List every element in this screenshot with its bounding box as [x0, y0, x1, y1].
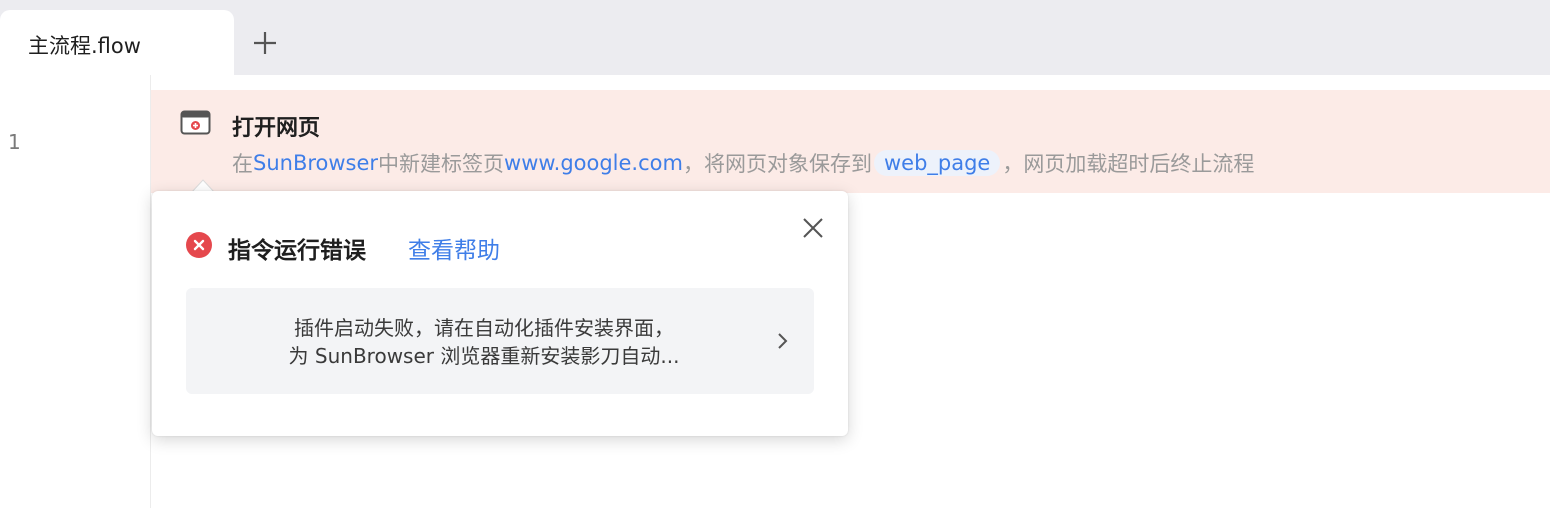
desc-mid2: ，将网页对象保存到 [682, 152, 872, 176]
desc-suffix: ，网页加载超时后终止流程 [1002, 152, 1255, 176]
error-message-line1: 插件启动失败，请在自动化插件安装界面， [294, 316, 674, 340]
close-popover-button[interactable] [800, 215, 826, 241]
error-popover: 指令运行错误 查看帮助 插件启动失败，请在自动化插件安装界面， 为 SunBro… [152, 191, 848, 436]
close-icon [803, 218, 823, 238]
error-circle-icon [185, 231, 213, 259]
popover-arrow [189, 178, 217, 194]
variable-chip: web_page [873, 150, 1001, 176]
command-row-open-webpage[interactable]: 打开网页 在 SunBrowser 中新建标签页 www.google.com … [151, 90, 1550, 193]
error-message-line2: 为 SunBrowser 浏览器重新安装影刀自动... [288, 344, 680, 368]
tab-label: 主流程.flow [28, 34, 141, 58]
plus-icon [254, 32, 276, 54]
desc-prefix: 在 [232, 152, 253, 176]
tab-main-flow[interactable]: 主流程.flow [0, 10, 234, 75]
view-help-link[interactable]: 查看帮助 [408, 231, 500, 265]
desc-mid1: 中新建标签页 [378, 152, 505, 176]
add-tab-button[interactable] [250, 28, 280, 58]
browser-window-icon [180, 110, 211, 136]
command-title: 打开网页 [232, 116, 321, 141]
chevron-right-icon [774, 331, 790, 351]
error-title: 指令运行错误 [228, 238, 366, 264]
browser-name-param: SunBrowser [253, 151, 379, 175]
tab-bar: 主流程.flow [0, 0, 1550, 75]
command-description: 在 SunBrowser 中新建标签页 www.google.com ，将网页对… [232, 148, 1254, 178]
url-param: www.google.com [504, 151, 683, 175]
error-message-text: 插件启动失败，请在自动化插件安装界面， 为 SunBrowser 浏览器重新安装… [214, 314, 754, 370]
error-message-box[interactable]: 插件启动失败，请在自动化插件安装界面， 为 SunBrowser 浏览器重新安装… [186, 288, 814, 394]
line-number: 1 [8, 130, 21, 154]
